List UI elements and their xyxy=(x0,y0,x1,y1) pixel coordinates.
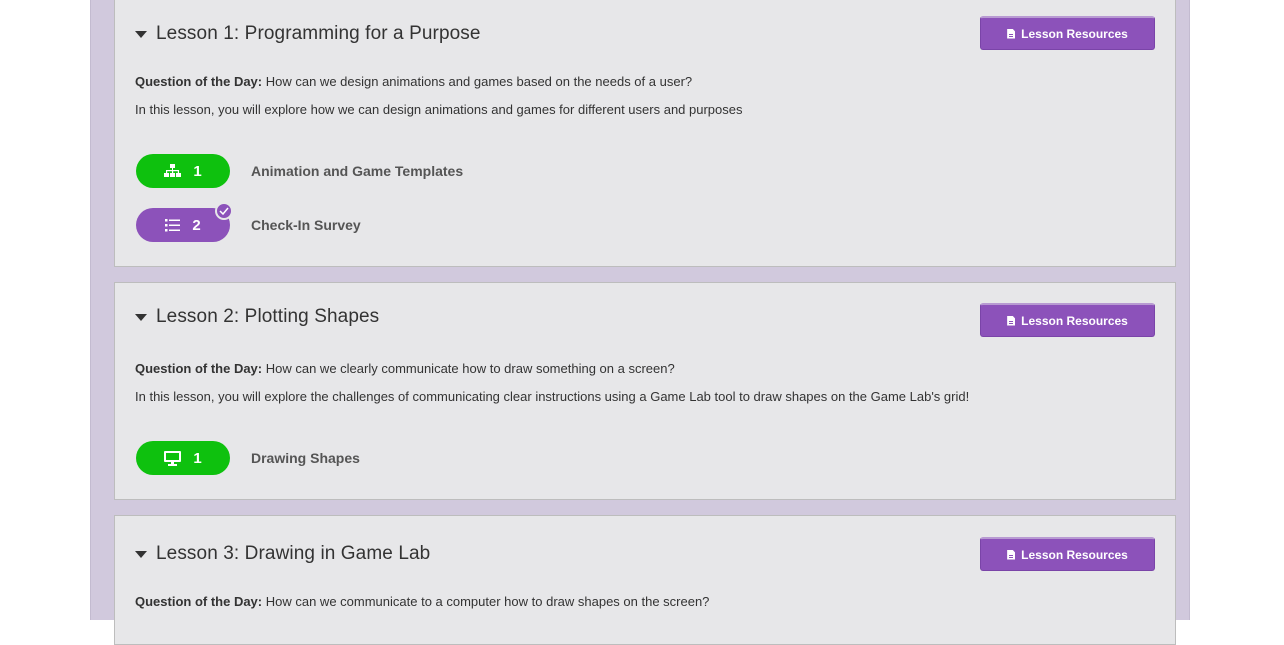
sitemap-icon xyxy=(164,164,182,178)
qotd-text: How can we design animations and games b… xyxy=(262,74,693,89)
qotd-label: Question of the Day: xyxy=(135,361,263,376)
desktop-icon xyxy=(164,450,182,466)
lesson-description: In this lesson, you will explore how we … xyxy=(135,102,743,117)
activity-label[interactable]: Drawing Shapes xyxy=(251,450,360,466)
question-of-the-day: Question of the Day: How can we clearly … xyxy=(135,361,675,376)
lesson-header-3[interactable]: Lesson 3: Drawing in Game Lab xyxy=(135,516,430,592)
lesson-header-1[interactable]: Lesson 1: Programming for a Purpose xyxy=(135,0,481,68)
level-number: 1 xyxy=(193,449,202,467)
lesson-resources-button[interactable]: Lesson Resources xyxy=(980,16,1155,50)
lesson-card-1: Lesson 1: Programming for a Purpose Less… xyxy=(114,0,1176,267)
check-icon xyxy=(215,202,233,220)
level-number: 2 xyxy=(192,216,201,234)
file-icon xyxy=(1007,315,1016,326)
lesson-resources-button[interactable]: Lesson Resources xyxy=(980,537,1155,571)
qotd-label: Question of the Day: xyxy=(135,74,263,89)
lesson-list-container: Lesson 1: Programming for a Purpose Less… xyxy=(90,0,1190,645)
qotd-text: How can we clearly communicate how to dr… xyxy=(262,361,675,376)
activity-label[interactable]: Animation and Game Templates xyxy=(251,163,463,179)
lesson-resources-label: Lesson Resources xyxy=(1021,26,1128,41)
caret-down-icon[interactable] xyxy=(135,30,147,38)
lesson-title[interactable]: Lesson 1: Programming for a Purpose xyxy=(156,23,481,45)
lesson-card-2: Lesson 2: Plotting Shapes Lesson Resourc… xyxy=(114,282,1176,500)
lesson-description: In this lesson, you will explore the cha… xyxy=(135,389,970,404)
lesson-resources-button[interactable]: Lesson Resources xyxy=(980,303,1155,337)
lesson-title[interactable]: Lesson 2: Plotting Shapes xyxy=(156,306,379,328)
file-icon xyxy=(1007,28,1016,39)
level-bubble[interactable]: 2 xyxy=(136,202,233,242)
activity-row: 1 Drawing Shapes xyxy=(136,441,360,475)
list-icon xyxy=(165,218,181,232)
qotd-label: Question of the Day: xyxy=(135,594,263,609)
caret-down-icon[interactable] xyxy=(135,313,147,321)
question-of-the-day: Question of the Day: How can we design a… xyxy=(135,74,692,89)
caret-down-icon[interactable] xyxy=(135,550,147,558)
lesson-header-2[interactable]: Lesson 2: Plotting Shapes xyxy=(135,283,379,351)
lesson-card-3: Lesson 3: Drawing in Game Lab Lesson Res… xyxy=(114,515,1176,645)
lesson-title[interactable]: Lesson 3: Drawing in Game Lab xyxy=(156,543,430,565)
activity-row: 2 Check-In Survey xyxy=(136,202,361,242)
question-of-the-day: Question of the Day: How can we communic… xyxy=(135,594,709,609)
file-icon xyxy=(1007,549,1016,560)
lesson-resources-label: Lesson Resources xyxy=(1021,313,1128,328)
level-bubble[interactable]: 1 xyxy=(136,154,230,188)
level-number: 1 xyxy=(193,162,202,180)
activity-label[interactable]: Check-In Survey xyxy=(251,217,361,233)
level-bubble[interactable]: 1 xyxy=(136,441,230,475)
qotd-text: How can we communicate to a computer how… xyxy=(262,594,710,609)
activity-row: 1 Animation and Game Templates xyxy=(136,154,463,188)
lesson-resources-label: Lesson Resources xyxy=(1021,547,1128,562)
